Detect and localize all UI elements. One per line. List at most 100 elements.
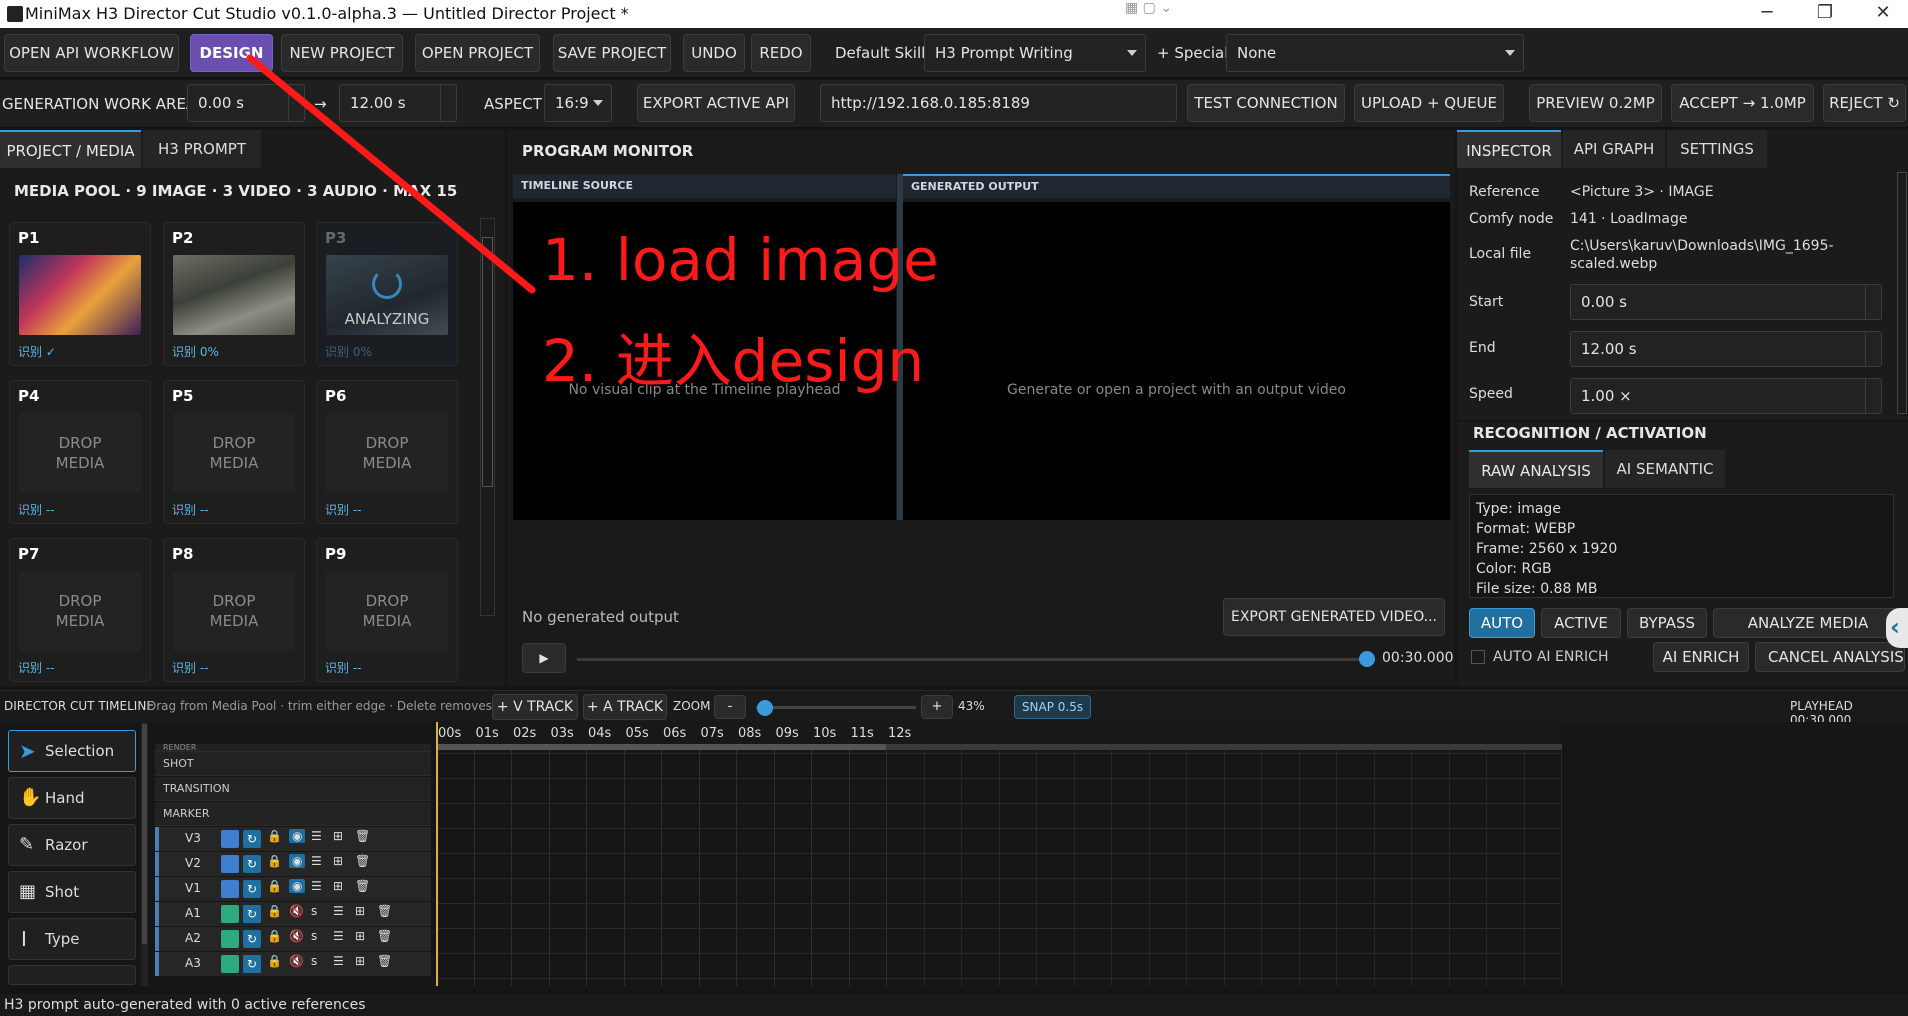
- tool-razor[interactable]: ✎ Razor: [8, 824, 136, 866]
- drop-media-zone[interactable]: DROP MEDIA: [19, 413, 141, 493]
- lock-icon[interactable]: 🔒: [267, 854, 282, 868]
- add-clip-icon[interactable]: ⊞: [333, 854, 343, 868]
- scrollbar-thumb[interactable]: [482, 237, 493, 487]
- media-card-p4[interactable]: P4 DROP MEDIA 识别 --: [9, 380, 151, 524]
- save-project-button[interactable]: SAVE PROJECT: [553, 34, 671, 72]
- media-card-p3[interactable]: P3 ANALYZING 识别 0%: [316, 222, 458, 366]
- zoom-slider-handle[interactable]: [756, 700, 773, 716]
- track-header-v2[interactable]: V2 ↻ 🔒 ◉ ☰ ⊞ 🗑: [155, 852, 431, 876]
- add-clip-icon[interactable]: ⊞: [355, 954, 365, 968]
- active-button[interactable]: ACTIVE: [1541, 608, 1621, 638]
- snap-toggle[interactable]: SNAP 0.5s: [1014, 695, 1091, 719]
- server-url-input[interactable]: http://192.168.0.185:8189: [820, 84, 1177, 122]
- zoom-in-button[interactable]: +: [921, 695, 953, 719]
- media-card-p2[interactable]: P2 识别 0%: [163, 222, 305, 366]
- solo-icon[interactable]: s: [311, 929, 317, 943]
- sync-icon[interactable]: ↻: [243, 930, 261, 948]
- accept-button[interactable]: ACCEPT → 1.0MP: [1671, 84, 1814, 122]
- mixer-icon[interactable]: ☰: [333, 954, 344, 968]
- eye-icon[interactable]: ◉: [289, 879, 306, 893]
- track-header-a1[interactable]: A1 ↻ 🔒 🔇 s ☰ ⊞ 🗑: [155, 902, 431, 926]
- undo-button[interactable]: UNDO: [683, 34, 745, 72]
- auto-ai-enrich-checkbox[interactable]: [1471, 650, 1485, 664]
- drop-media-zone[interactable]: DROP MEDIA: [326, 413, 448, 493]
- minimize-button[interactable]: ─: [1740, 0, 1794, 28]
- zoom-out-button[interactable]: -: [714, 695, 746, 719]
- lock-icon[interactable]: 🔒: [267, 904, 282, 918]
- track-color-swatch[interactable]: [221, 955, 239, 973]
- title-layout-icons[interactable]: ▦ ▢ ⌄: [1125, 0, 1172, 16]
- track-color-swatch[interactable]: [221, 855, 239, 873]
- playhead-line[interactable]: [436, 722, 438, 986]
- solo-icon[interactable]: s: [311, 904, 317, 918]
- add-a-track-button[interactable]: + A TRACK: [583, 694, 667, 720]
- track-header-a3[interactable]: A3 ↻ 🔒 🔇 s ☰ ⊞ 🗑: [155, 952, 431, 976]
- media-pool-scrollbar[interactable]: [480, 218, 495, 616]
- play-button[interactable]: ▶: [522, 643, 566, 673]
- tab-settings[interactable]: SETTINGS: [1667, 130, 1767, 168]
- sync-icon[interactable]: ↻: [243, 955, 261, 973]
- tool-selection[interactable]: ➤ Selection: [8, 730, 136, 772]
- test-connection-button[interactable]: TEST CONNECTION: [1187, 84, 1345, 122]
- spinner-icon[interactable]: [288, 85, 304, 121]
- media-card-p7[interactable]: P7 DROP MEDIA 识别 --: [9, 538, 151, 682]
- tool-type[interactable]: I Type: [8, 918, 136, 960]
- delete-icon[interactable]: 🗑: [355, 854, 370, 868]
- open-project-button[interactable]: OPEN PROJECT: [415, 34, 540, 72]
- sync-icon[interactable]: ↻: [243, 880, 261, 898]
- sync-icon[interactable]: ↻: [243, 905, 261, 923]
- special-select[interactable]: None: [1226, 34, 1524, 72]
- inspector-scrollbar[interactable]: [1897, 172, 1907, 414]
- reject-button[interactable]: REJECT ↻: [1823, 84, 1906, 122]
- maximize-button[interactable]: ❐: [1798, 0, 1852, 28]
- upload-queue-button[interactable]: UPLOAD + QUEUE: [1354, 84, 1504, 122]
- drop-media-zone[interactable]: DROP MEDIA: [173, 413, 295, 493]
- default-skill-select[interactable]: H3 Prompt Writing: [924, 34, 1146, 72]
- mute-icon[interactable]: 🔇: [289, 929, 304, 943]
- media-card-p1[interactable]: P1 识别 ✓: [9, 222, 151, 366]
- track-header-v3[interactable]: V3 ↻ 🔒 ◉ ☰ ⊞ 🗑: [155, 827, 431, 851]
- close-button[interactable]: ✕: [1856, 0, 1908, 28]
- drop-media-zone[interactable]: DROP MEDIA: [19, 571, 141, 651]
- drop-media-zone[interactable]: DROP MEDIA: [173, 571, 295, 651]
- mixer-icon[interactable]: ☰: [311, 879, 322, 893]
- spinner-icon[interactable]: [1865, 379, 1881, 413]
- media-card-p6[interactable]: P6 DROP MEDIA 识别 --: [316, 380, 458, 524]
- sync-icon[interactable]: ↻: [243, 855, 261, 873]
- ai-enrich-button[interactable]: AI ENRICH: [1653, 642, 1749, 672]
- export-active-api-button[interactable]: EXPORT ACTIVE API: [637, 84, 795, 122]
- preview-button[interactable]: PREVIEW 0.2MP: [1529, 84, 1662, 122]
- delete-icon[interactable]: 🗑: [377, 929, 392, 943]
- speed-input[interactable]: 1.00 ×: [1570, 378, 1882, 414]
- tab-ai-semantic[interactable]: AI SEMANTIC: [1605, 450, 1725, 488]
- end-input[interactable]: 12.00 s: [1570, 331, 1882, 367]
- spinner-icon[interactable]: [1865, 332, 1881, 366]
- tab-project-media[interactable]: PROJECT / MEDIA: [0, 130, 141, 168]
- monitor-scrubber-handle[interactable]: [1359, 651, 1375, 667]
- export-generated-video-button[interactable]: EXPORT GENERATED VIDEO...: [1223, 598, 1445, 636]
- track-color-swatch[interactable]: [221, 905, 239, 923]
- spinner-icon[interactable]: [1865, 285, 1881, 319]
- mute-icon[interactable]: 🔇: [289, 904, 304, 918]
- mixer-icon[interactable]: ☰: [333, 904, 344, 918]
- tool-hand[interactable]: ✋ Hand: [8, 777, 136, 819]
- monitor-scrubber-track[interactable]: [577, 658, 1367, 661]
- new-project-button[interactable]: NEW PROJECT: [281, 34, 403, 72]
- track-color-swatch[interactable]: [221, 880, 239, 898]
- media-card-p9[interactable]: P9 DROP MEDIA 识别 --: [316, 538, 458, 682]
- lock-icon[interactable]: 🔒: [267, 954, 282, 968]
- analyze-media-button[interactable]: ANALYZE MEDIA: [1713, 608, 1903, 638]
- start-input[interactable]: 0.00 s: [1570, 284, 1882, 320]
- redo-button[interactable]: REDO: [751, 34, 811, 72]
- lock-icon[interactable]: 🔒: [267, 829, 282, 843]
- zoom-slider-track[interactable]: [756, 706, 916, 709]
- lock-icon[interactable]: 🔒: [267, 929, 282, 943]
- eye-icon[interactable]: ◉: [289, 829, 306, 843]
- bypass-button[interactable]: BYPASS: [1627, 608, 1707, 638]
- media-card-p8[interactable]: P8 DROP MEDIA 识别 --: [163, 538, 305, 682]
- delete-icon[interactable]: 🗑: [355, 829, 370, 843]
- add-clip-icon[interactable]: ⊞: [355, 929, 365, 943]
- delete-icon[interactable]: 🗑: [377, 904, 392, 918]
- eye-icon[interactable]: ◉: [289, 854, 306, 868]
- design-button[interactable]: DESIGN: [190, 34, 273, 72]
